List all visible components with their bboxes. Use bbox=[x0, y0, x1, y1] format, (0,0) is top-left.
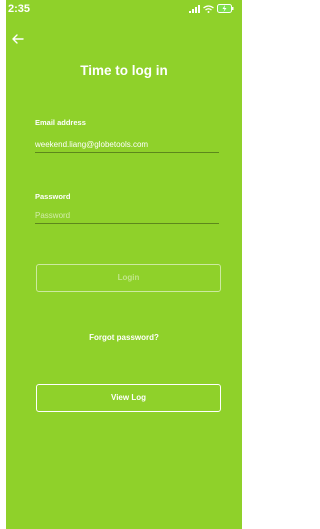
status-icons bbox=[189, 4, 234, 13]
password-field[interactable]: Password bbox=[35, 209, 219, 224]
wifi-icon bbox=[203, 4, 214, 13]
view-log-button[interactable]: View Log bbox=[36, 384, 221, 412]
signal-icon bbox=[189, 4, 200, 13]
login-button[interactable]: Login bbox=[36, 264, 221, 292]
forgot-password-link[interactable]: Forgot password? bbox=[6, 333, 242, 342]
login-screen: 2:35 Time to log in Email address weeken… bbox=[6, 0, 242, 529]
password-label: Password bbox=[35, 192, 71, 201]
email-label: Email address bbox=[35, 118, 86, 127]
page-title: Time to log in bbox=[80, 63, 168, 78]
status-bar: 2:35 bbox=[6, 0, 242, 20]
battery-charging-icon bbox=[217, 4, 234, 13]
email-field[interactable]: weekend.liang@globetools.com bbox=[35, 138, 219, 153]
status-time: 2:35 bbox=[8, 3, 31, 15]
arrow-left-icon[interactable] bbox=[10, 31, 26, 47]
